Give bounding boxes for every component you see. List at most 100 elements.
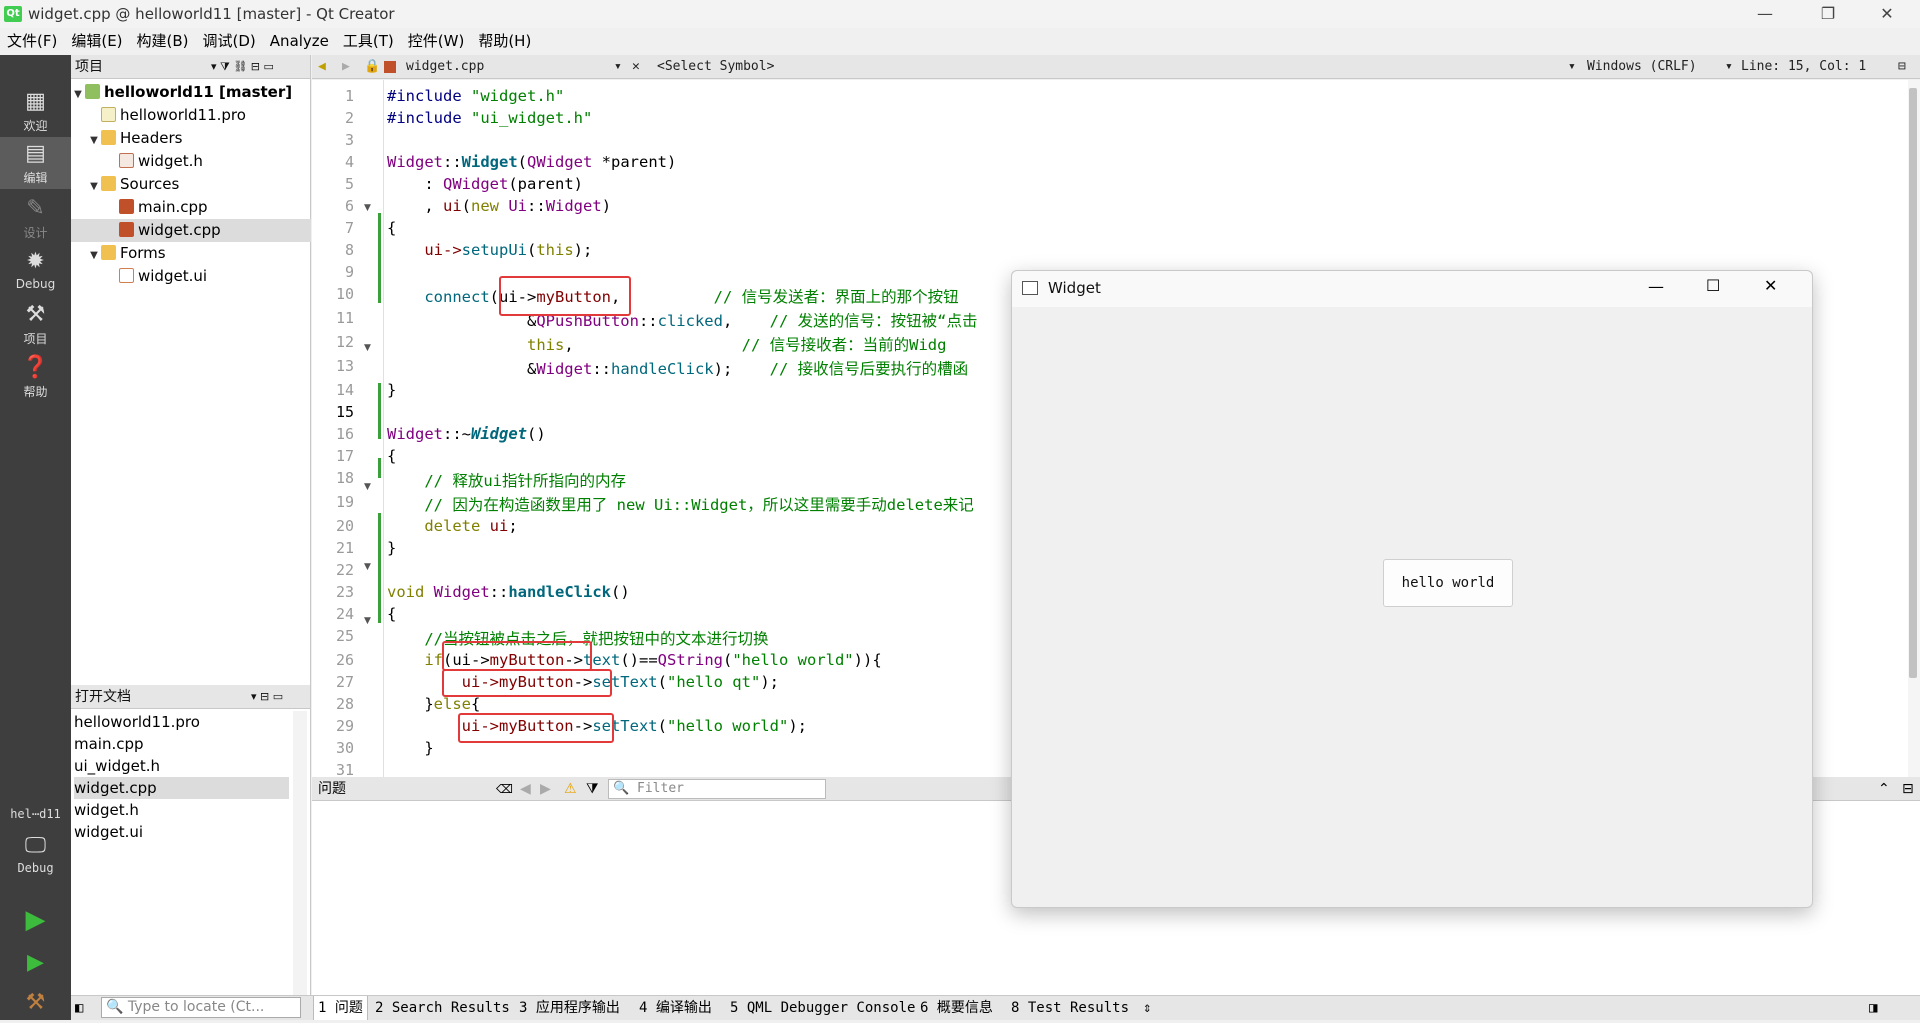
- output-tab-app-output[interactable]: 3 应用程序输出: [519, 996, 620, 1020]
- open-docs-scrollbar[interactable]: [293, 711, 307, 995]
- output-tab-compile[interactable]: 4 编译输出: [639, 996, 712, 1020]
- output-tab-search[interactable]: 2 Search Results: [375, 996, 510, 1020]
- open-doc-item[interactable]: widget.cpp: [74, 777, 289, 799]
- kit-project-name[interactable]: hel⋯d11: [0, 807, 71, 827]
- tree-item-widget-ui[interactable]: widget.ui: [71, 265, 311, 288]
- forward-arrow-icon[interactable]: ▶: [342, 55, 350, 79]
- widget-close-button[interactable]: ✕: [1764, 276, 1777, 295]
- encoding-dropdown-icon[interactable]: ▾: [1725, 55, 1733, 79]
- restore-button[interactable]: ❐: [1805, 0, 1851, 28]
- open-doc-item[interactable]: widget.ui: [74, 821, 289, 843]
- open-doc-item[interactable]: widget.h: [74, 799, 289, 821]
- open-documents-header: 打开文档 ▾ ⊟ ▭: [71, 685, 310, 709]
- tree-folder-sources[interactable]: ▼ Sources: [71, 173, 311, 196]
- tree-folder-forms[interactable]: ▼ Forms: [71, 242, 311, 265]
- mode-welcome[interactable]: ▦ 欢迎: [0, 85, 71, 137]
- toggle-sidebar-icon[interactable]: ◧: [75, 996, 83, 1020]
- tree-folder-headers[interactable]: ▼ Headers: [71, 127, 311, 150]
- menu-edit[interactable]: 编辑(E): [64, 28, 129, 55]
- prev-icon[interactable]: ◀: [520, 777, 531, 801]
- symbol-selector[interactable]: <Select Symbol>: [657, 55, 774, 79]
- tree-item-pro[interactable]: helloworld11.pro: [71, 104, 311, 127]
- debug-run-icon[interactable]: ▶: [0, 943, 71, 983]
- file-dropdown-icon[interactable]: ▾: [614, 55, 622, 79]
- fold-marker-icon[interactable]: ▼: [364, 343, 371, 353]
- chevron-down-icon[interactable]: ▼: [87, 244, 101, 267]
- line-number: 21: [335, 539, 354, 557]
- open-doc-item[interactable]: helloworld11.pro: [74, 711, 289, 733]
- code-line-14: }: [387, 381, 397, 399]
- menu-widgets[interactable]: 控件(W): [401, 28, 472, 55]
- code-line-6: , ui(new Ui::Widget): [387, 197, 612, 215]
- line-number: 8: [344, 241, 354, 259]
- build-hammer-icon[interactable]: ⚒: [0, 983, 71, 1023]
- back-arrow-icon[interactable]: ◀: [318, 55, 326, 79]
- cursor-position[interactable]: Line: 15, Col: 1: [1741, 55, 1866, 79]
- project-panel: 项目 ▾ ⧩ ⛓ ⊟ ▭ ▼ helloworld11 [master] hello…: [71, 55, 311, 685]
- current-file-name[interactable]: widget.cpp: [406, 55, 484, 79]
- next-icon[interactable]: ▶: [540, 777, 551, 801]
- output-tab-tests[interactable]: 8 Test Results: [1011, 996, 1129, 1020]
- widget-minimize-button[interactable]: —: [1648, 277, 1664, 296]
- locator-input[interactable]: 🔍 Type to locate (Ct...: [101, 997, 301, 1018]
- widget-title-bar: Widget — ☐ ✕: [1012, 271, 1812, 307]
- widget-maximize-button[interactable]: ☐: [1706, 276, 1720, 295]
- tree-project-root[interactable]: ▼ helloworld11 [master]: [71, 81, 311, 104]
- code-line-18: // 释放ui指针所指向的内存: [387, 472, 626, 490]
- mode-design[interactable]: ✎ 设计: [0, 192, 71, 244]
- change-marker: [378, 213, 381, 303]
- open-doc-item[interactable]: main.cpp: [74, 733, 289, 755]
- filter-funnel-icon[interactable]: ⧩: [586, 777, 599, 801]
- minimize-button[interactable]: —: [1742, 0, 1788, 28]
- open-doc-item[interactable]: ui_widget.h: [74, 755, 289, 777]
- panel-toolbar-icons[interactable]: ▾ ⊟ ▭: [251, 685, 283, 709]
- tree-item-main-cpp[interactable]: main.cpp: [71, 196, 311, 219]
- cpp-file-icon: [384, 61, 396, 73]
- menu-build[interactable]: 构建(B): [130, 28, 196, 55]
- output-tab-qml-console[interactable]: 5 QML Debugger Console: [730, 996, 915, 1020]
- mode-help[interactable]: ❓ 帮助: [0, 351, 71, 403]
- output-tab-general[interactable]: 6 概要信息: [920, 996, 993, 1020]
- menu-help[interactable]: 帮助(H): [471, 28, 538, 55]
- split-editor-icon[interactable]: ⊟: [1898, 55, 1906, 79]
- menu-tools[interactable]: 工具(T): [336, 28, 401, 55]
- symbol-dropdown-icon[interactable]: ▾: [1568, 55, 1576, 79]
- editor-scrollbar-thumb[interactable]: [1909, 88, 1917, 678]
- line-number: 30: [335, 739, 354, 757]
- fold-marker-icon[interactable]: ▼: [364, 482, 371, 492]
- mode-debug[interactable]: ✹ Debug: [0, 245, 71, 297]
- warning-icon[interactable]: ⚠: [564, 777, 577, 801]
- fold-marker-icon[interactable]: ▼: [364, 203, 371, 213]
- output-tabs-more-icon[interactable]: ⇕: [1143, 996, 1151, 1020]
- panel-toolbar-icons[interactable]: ▾ ⧩ ⛓ ⊟ ▭: [211, 55, 274, 79]
- line-number: 6: [344, 197, 354, 215]
- clean-icon[interactable]: ⌫: [496, 777, 513, 801]
- toggle-progress-icon[interactable]: ◨: [1869, 996, 1877, 1020]
- run-icon[interactable]: ▶: [0, 900, 71, 940]
- mode-edit[interactable]: ▤ 编辑: [0, 137, 71, 189]
- chevron-down-icon[interactable]: ▼: [87, 129, 101, 152]
- menu-debug[interactable]: 调试(D): [196, 28, 263, 55]
- maximize-pane-icon[interactable]: ⌃: [1878, 777, 1890, 801]
- code-line-7: {: [387, 219, 397, 237]
- tree-item-widget-h[interactable]: widget.h: [71, 150, 311, 173]
- tree-item-widget-cpp[interactable]: widget.cpp: [71, 219, 311, 242]
- code-line-16: Widget::~Widget(): [387, 425, 546, 443]
- chevron-down-icon[interactable]: ▼: [71, 83, 85, 106]
- menu-file[interactable]: 文件(F): [0, 28, 64, 55]
- mode-projects[interactable]: ⚒ 项目: [0, 298, 71, 350]
- close-file-icon[interactable]: ✕: [632, 55, 640, 79]
- editor-toolbar: ◀ ▶ 🔒 widget.cpp ▾ ✕ <Select Symbol> ▾ W…: [312, 55, 1920, 79]
- fold-marker-icon[interactable]: ▼: [364, 562, 371, 572]
- fold-marker-icon[interactable]: ▼: [364, 616, 371, 626]
- menu-analyze[interactable]: Analyze: [263, 28, 336, 55]
- output-tab-issues[interactable]: 1 问题: [313, 996, 368, 1020]
- line-ending-selector[interactable]: Windows (CRLF): [1587, 55, 1697, 79]
- header-file-icon: [119, 153, 134, 168]
- kit-selector[interactable]: 🖵 Debug: [0, 829, 71, 889]
- issues-filter-input[interactable]: 🔍 Filter: [608, 779, 826, 799]
- close-pane-icon[interactable]: ⊟: [1902, 777, 1914, 801]
- chevron-down-icon[interactable]: ▼: [87, 175, 101, 198]
- close-button[interactable]: ✕: [1864, 0, 1910, 28]
- hello-world-button[interactable]: hello world: [1383, 559, 1513, 607]
